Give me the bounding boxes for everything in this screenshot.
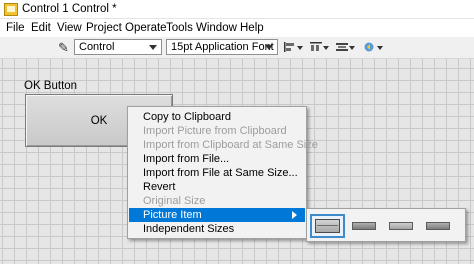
picture-item-option-4[interactable]: [421, 214, 456, 238]
chevron-down-icon: [149, 45, 157, 50]
menu-item-label: Copy to Clipboard: [143, 111, 232, 123]
menu-item-original-size[interactable]: Original Size: [129, 194, 305, 208]
button-picture-icon: [426, 222, 450, 230]
mode-select[interactable]: Control: [74, 39, 162, 55]
menu-edit[interactable]: Edit: [31, 22, 51, 34]
menu-item-import-picture-from-clipboard[interactable]: Import Picture from Clipboard: [129, 124, 305, 138]
distribute-objects-button[interactable]: [308, 40, 330, 55]
ok-button-label: OK Button: [24, 80, 78, 92]
chevron-down-icon: [265, 45, 273, 50]
menu-item-import-from-file[interactable]: Import from File...: [129, 152, 305, 166]
menu-item-label: Import from File...: [143, 153, 230, 165]
menu-item-revert[interactable]: Revert: [129, 180, 305, 194]
dropdown-arrow-icon: [297, 46, 303, 50]
resize-objects-icon: [336, 43, 348, 51]
menu-help[interactable]: Help: [240, 22, 264, 34]
menu-item-label: Picture Item: [143, 209, 202, 221]
mode-select-value: Control: [79, 41, 115, 53]
toolbar: ✎ Control 15pt Application Font: [0, 37, 474, 59]
menu-project[interactable]: Project: [86, 22, 122, 34]
button-picture-icon: [389, 222, 413, 230]
picture-item-option-2[interactable]: [347, 214, 382, 238]
menu-item-label: Original Size: [143, 195, 206, 207]
reorder-button[interactable]: [362, 40, 384, 55]
distribute-objects-icon: [310, 42, 322, 51]
menu-item-label: Import from Clipboard at Same Size: [143, 139, 318, 151]
pencil-icon[interactable]: ✎: [58, 41, 69, 54]
button-picture-icon: [315, 219, 340, 233]
menu-tools[interactable]: Tools: [166, 22, 193, 34]
menu-item-independent-sizes[interactable]: Independent Sizes: [129, 222, 305, 236]
picture-item-submenu: [306, 208, 466, 242]
title-bar: Control 1 Control *: [0, 0, 474, 19]
labview-app-icon: [4, 3, 18, 16]
menu-window[interactable]: Window: [196, 22, 237, 34]
window-title: Control 1 Control *: [22, 3, 117, 15]
menu-item-copy-to-clipboard[interactable]: Copy to Clipboard: [129, 110, 305, 124]
menu-item-label: Independent Sizes: [143, 223, 235, 235]
submenu-arrow-icon: [292, 211, 297, 219]
resize-objects-button[interactable]: [334, 40, 356, 55]
align-objects-button[interactable]: [282, 40, 304, 55]
dropdown-arrow-icon: [377, 46, 383, 50]
menu-item-label: Import Picture from Clipboard: [143, 125, 287, 137]
menu-item-import-from-file-same-size[interactable]: Import from File at Same Size...: [129, 166, 305, 180]
menu-file[interactable]: File: [6, 22, 25, 34]
context-menu: Copy to Clipboard Import Picture from Cl…: [127, 106, 318, 239]
menu-bar: File Edit View Project Operate Tools Win…: [0, 19, 474, 37]
menu-item-import-from-clipboard-same-size[interactable]: Import from Clipboard at Same Size: [129, 138, 318, 152]
align-objects-icon: [284, 42, 294, 52]
dropdown-arrow-icon: [323, 46, 329, 50]
font-select[interactable]: 15pt Application Font: [166, 39, 278, 55]
font-select-value: 15pt Application Font: [171, 41, 274, 53]
menu-item-label: Revert: [143, 181, 176, 193]
picture-item-option-3[interactable]: [384, 214, 419, 238]
menu-item-label: Import from File at Same Size...: [143, 167, 298, 179]
button-picture-icon: [352, 222, 376, 230]
menu-operate[interactable]: Operate: [125, 22, 167, 34]
dropdown-arrow-icon: [349, 46, 355, 50]
menu-item-picture-item[interactable]: Picture Item: [129, 208, 305, 222]
menu-view[interactable]: View: [57, 22, 82, 34]
reorder-icon: [364, 42, 374, 52]
picture-item-option-1[interactable]: [310, 214, 345, 238]
